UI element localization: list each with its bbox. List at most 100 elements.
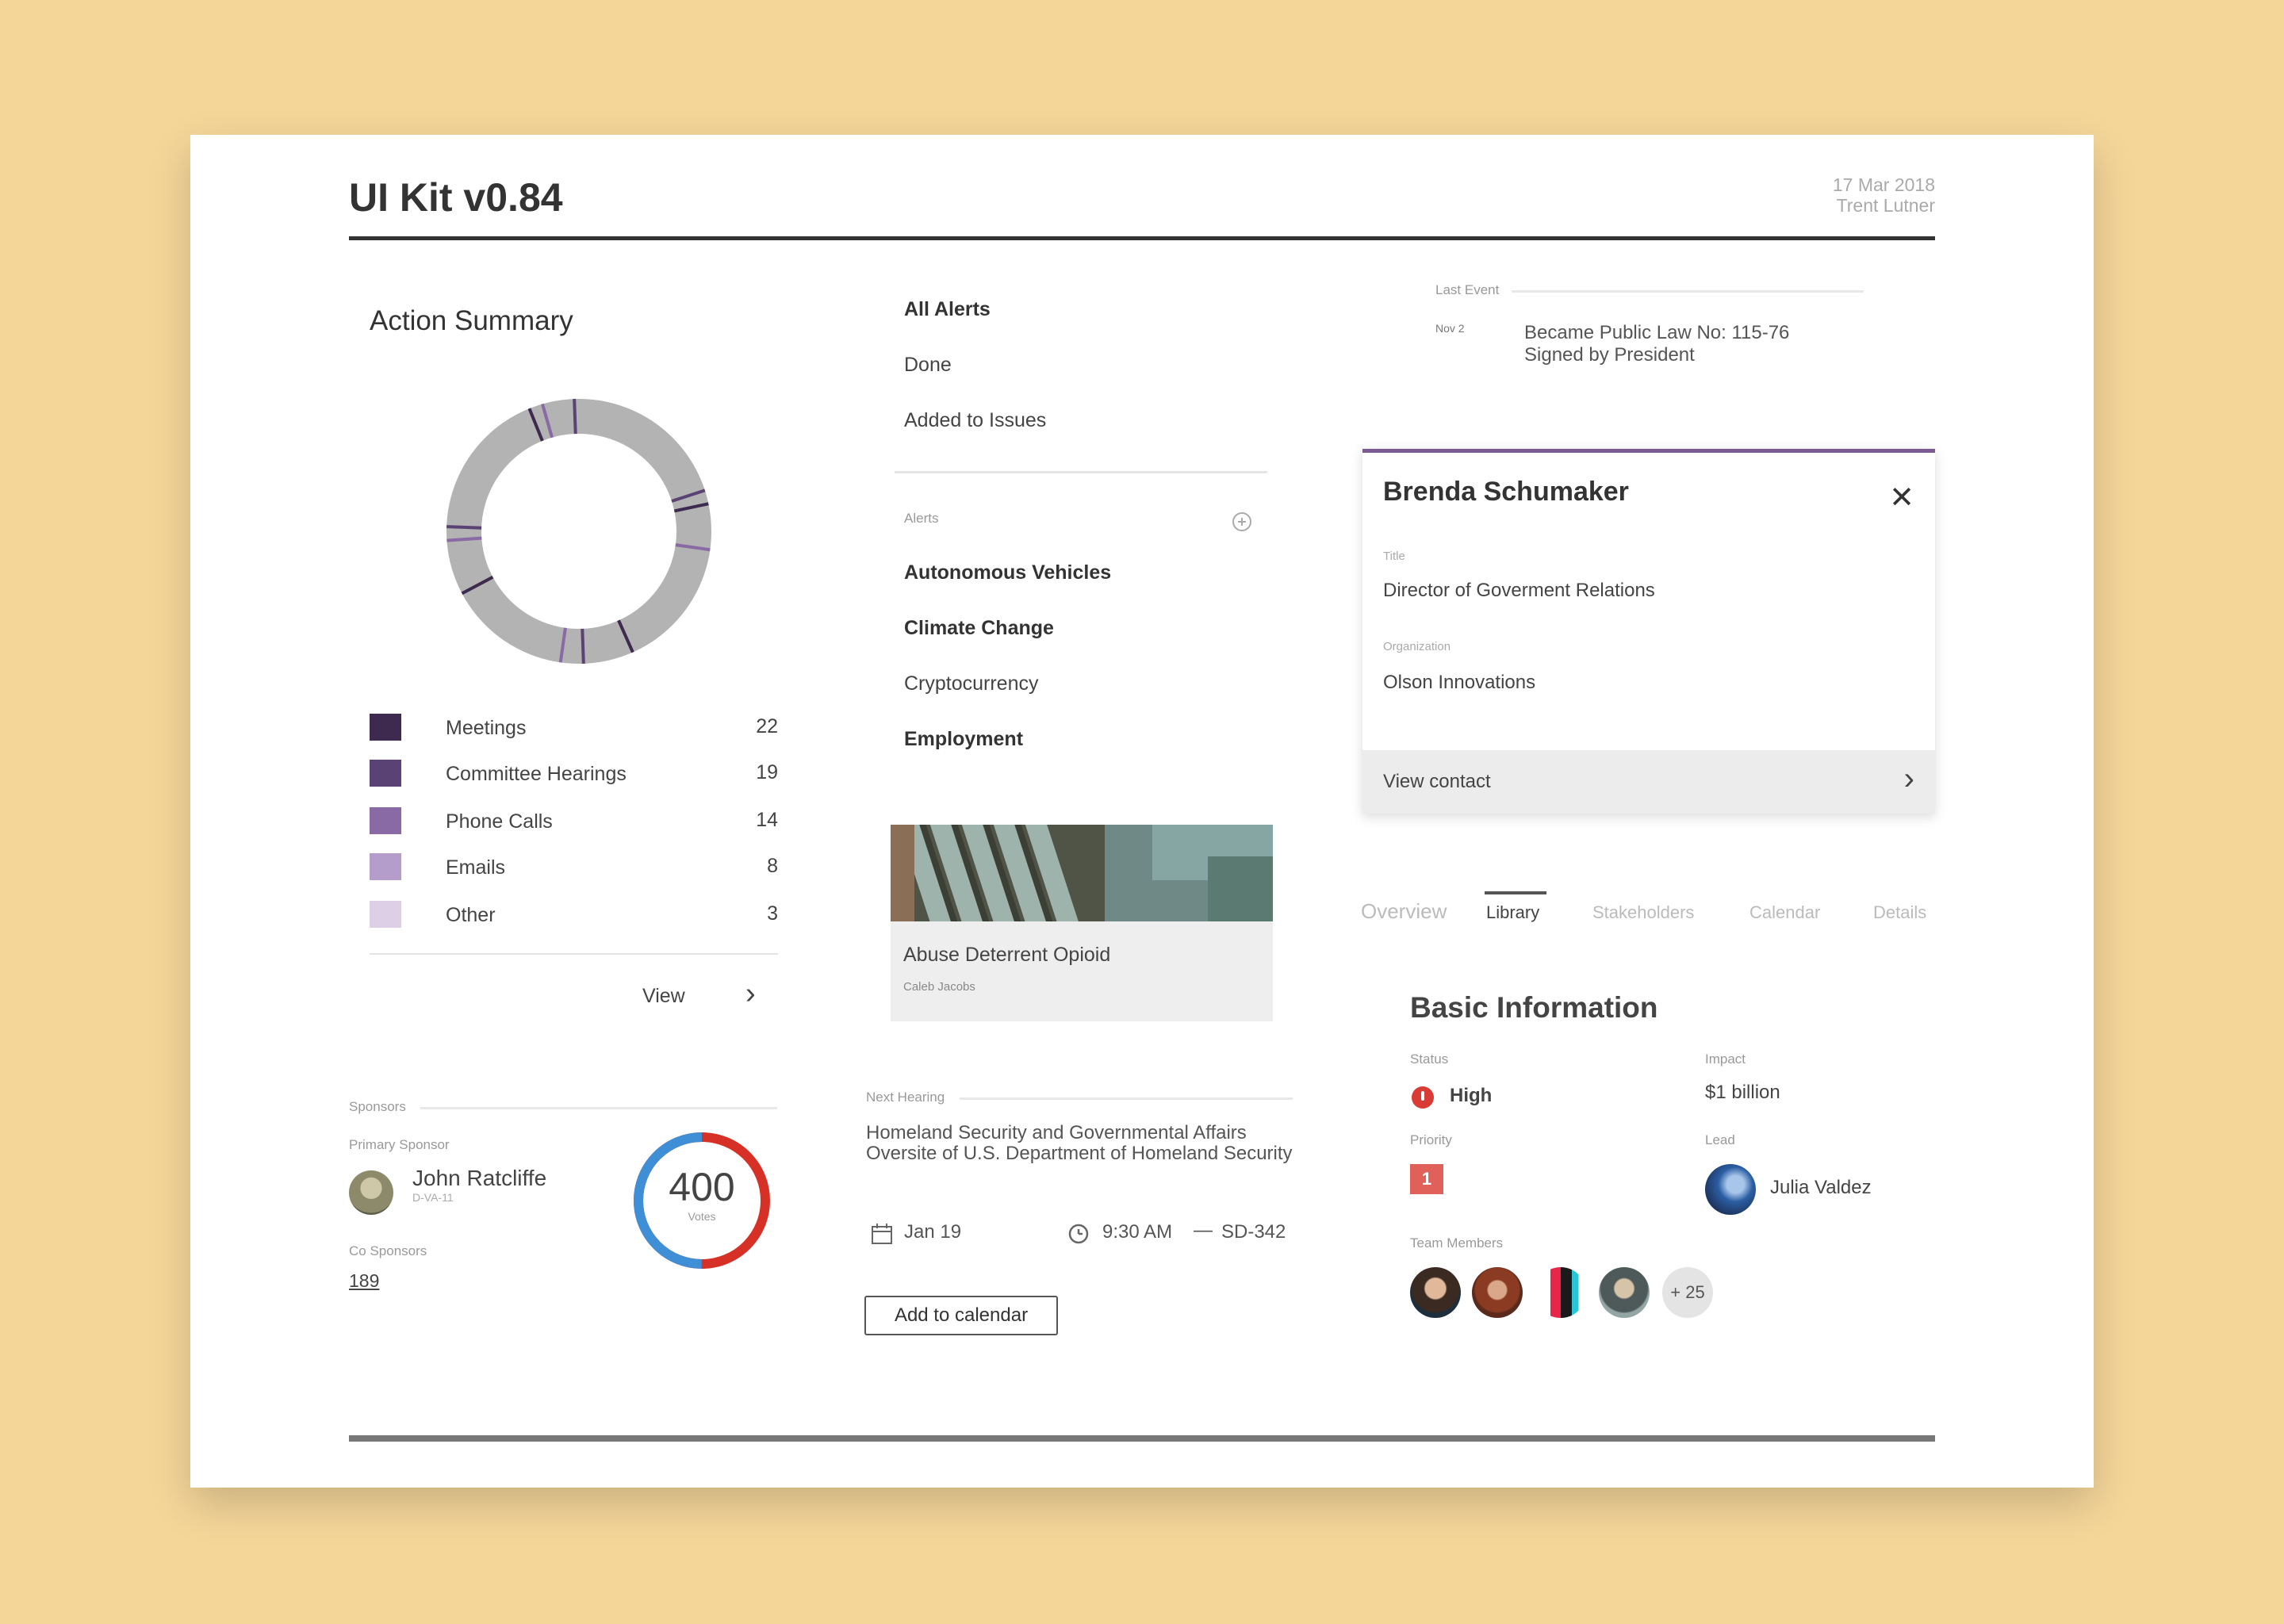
last-event-label: Last Event xyxy=(1435,282,1500,297)
legend-count: 19 xyxy=(756,761,778,783)
issue-card[interactable]: Abuse Deterrent Opioid Caleb Jacobs xyxy=(891,825,1273,1021)
last-event-date: Nov 2 xyxy=(1435,322,1465,335)
tab-library[interactable]: Library xyxy=(1486,902,1539,923)
donut-tick xyxy=(446,525,482,530)
filter-added-to-issues[interactable]: Added to Issues xyxy=(904,409,1046,432)
avatar[interactable] xyxy=(1535,1267,1586,1318)
contact-org-value: Olson Innovations xyxy=(1383,672,1536,693)
next-hearing-time: 9:30 AM xyxy=(1102,1221,1173,1243)
add-to-calendar-button[interactable]: Add to calendar xyxy=(864,1296,1058,1335)
donut-ring xyxy=(446,399,711,664)
legend-swatch xyxy=(370,714,401,741)
close-icon[interactable]: ✕ xyxy=(1889,483,1914,513)
alerts-section-label: Alerts xyxy=(904,511,939,526)
header-divider xyxy=(349,236,1935,240)
contact-org-label: Organization xyxy=(1383,640,1451,653)
co-sponsors-label: Co Sponsors xyxy=(349,1243,427,1258)
legend-label: Meetings xyxy=(446,717,527,739)
clock-icon xyxy=(1068,1224,1089,1244)
calendar-icon xyxy=(872,1224,892,1244)
filter-all-alerts[interactable]: All Alerts xyxy=(904,298,991,321)
legend-item-meetings: Meetings 22 xyxy=(370,712,778,744)
legend-item-emails: Emails 8 xyxy=(370,852,778,883)
more-team-members-badge[interactable]: + 25 xyxy=(1662,1267,1713,1318)
next-hearing-date: Jan 19 xyxy=(904,1221,962,1243)
status-value: High xyxy=(1450,1085,1493,1106)
donut-tick xyxy=(581,628,585,664)
legend-count: 3 xyxy=(767,902,778,925)
avatar[interactable] xyxy=(349,1170,393,1215)
chevron-right-icon[interactable]: › xyxy=(745,977,756,1011)
legend-label: Committee Hearings xyxy=(446,763,627,785)
status-label: Status xyxy=(1410,1051,1449,1067)
view-contact-button[interactable]: View contact › xyxy=(1362,750,1935,814)
legend-count: 22 xyxy=(756,715,778,737)
last-event-line-2: Signed by President xyxy=(1524,344,1695,366)
next-hearing-separator: — xyxy=(1194,1220,1213,1241)
page-title: UI Kit v0.84 xyxy=(349,175,563,220)
priority-badge: 1 xyxy=(1410,1164,1443,1194)
next-hearing-room: SD-342 xyxy=(1221,1221,1286,1243)
votes-count: 400 xyxy=(669,1165,735,1209)
issue-card-image xyxy=(891,825,1273,921)
legend-label: Phone Calls xyxy=(446,810,553,833)
filter-done[interactable]: Done xyxy=(904,354,952,377)
alert-topic-employment[interactable]: Employment xyxy=(904,728,1023,751)
last-event-description: Became Public Law No: 115-76 Signed by P… xyxy=(1524,322,1789,366)
alert-topic-autonomous-vehicles[interactable]: Autonomous Vehicles xyxy=(904,561,1111,584)
tab-overview[interactable]: Overview xyxy=(1361,899,1447,924)
primary-sponsor-name[interactable]: John Ratcliffe xyxy=(412,1166,546,1191)
avatar[interactable] xyxy=(1705,1164,1756,1215)
legend-swatch xyxy=(370,760,401,787)
primary-sponsor-district: D-VA-11 xyxy=(412,1191,454,1204)
action-summary-view-link[interactable]: View xyxy=(642,985,685,1008)
avatar[interactable] xyxy=(1410,1267,1461,1318)
basic-information-title: Basic Information xyxy=(1410,991,1658,1024)
alert-icon xyxy=(1412,1086,1434,1109)
sponsors-section-label: Sponsors xyxy=(349,1099,406,1114)
contact-name: Brenda Schumaker xyxy=(1383,477,1629,507)
books-image xyxy=(891,825,1273,921)
next-hearing-line xyxy=(960,1097,1293,1100)
legend-count: 8 xyxy=(767,855,778,877)
tab-stakeholders[interactable]: Stakeholders xyxy=(1592,902,1694,923)
contact-title-value: Director of Goverment Relations xyxy=(1383,580,1655,601)
footer-divider xyxy=(349,1435,1935,1442)
co-sponsors-count-link[interactable]: 189 xyxy=(349,1270,379,1292)
add-alert-icon[interactable] xyxy=(1232,512,1251,531)
tab-calendar[interactable]: Calendar xyxy=(1749,902,1820,923)
legend-count: 14 xyxy=(756,809,778,831)
action-summary-donut xyxy=(446,399,711,664)
contact-title-label: Title xyxy=(1383,550,1405,563)
view-contact-label: View contact xyxy=(1383,771,1491,792)
legend-item-phone-calls: Phone Calls 14 xyxy=(370,806,778,837)
priority-label: Priority xyxy=(1410,1132,1452,1147)
next-hearing-label: Next Hearing xyxy=(866,1090,945,1105)
primary-sponsor-label: Primary Sponsor xyxy=(349,1137,450,1152)
next-hearing-description: Homeland Security and Governmental Affai… xyxy=(866,1122,1293,1164)
avatar[interactable] xyxy=(1599,1267,1650,1318)
ui-kit-sheet: UI Kit v0.84 17 Mar 2018 Trent Lutner Ac… xyxy=(190,135,2094,1488)
alerts-divider xyxy=(895,471,1267,473)
donut-tick xyxy=(573,399,577,435)
contact-card: Brenda Schumaker ✕ Title Director of Gov… xyxy=(1362,449,1935,814)
avatar[interactable] xyxy=(1472,1267,1523,1318)
last-event-line xyxy=(1512,290,1864,293)
votes-label: Votes xyxy=(688,1210,716,1223)
legend-swatch xyxy=(370,853,401,880)
tab-details[interactable]: Details xyxy=(1873,902,1926,923)
last-event-line-1: Became Public Law No: 115-76 xyxy=(1524,322,1790,343)
sponsors-section-line xyxy=(420,1107,777,1109)
alert-topic-climate-change[interactable]: Climate Change xyxy=(904,617,1054,640)
impact-label: Impact xyxy=(1705,1051,1746,1067)
issue-card-author: Caleb Jacobs xyxy=(903,980,975,994)
alert-topic-cryptocurrency[interactable]: Cryptocurrency xyxy=(904,672,1039,695)
action-summary-title: Action Summary xyxy=(370,305,573,336)
legend-swatch xyxy=(370,901,401,928)
header-date: 17 Mar 2018 xyxy=(1832,174,1935,195)
lead-name[interactable]: Julia Valdez xyxy=(1770,1177,1872,1199)
legend-item-other: Other 3 xyxy=(370,899,778,931)
action-summary-divider xyxy=(370,953,778,955)
legend-item-committee-hearings: Committee Hearings 19 xyxy=(370,758,778,790)
chevron-right-icon: › xyxy=(1903,761,1914,796)
